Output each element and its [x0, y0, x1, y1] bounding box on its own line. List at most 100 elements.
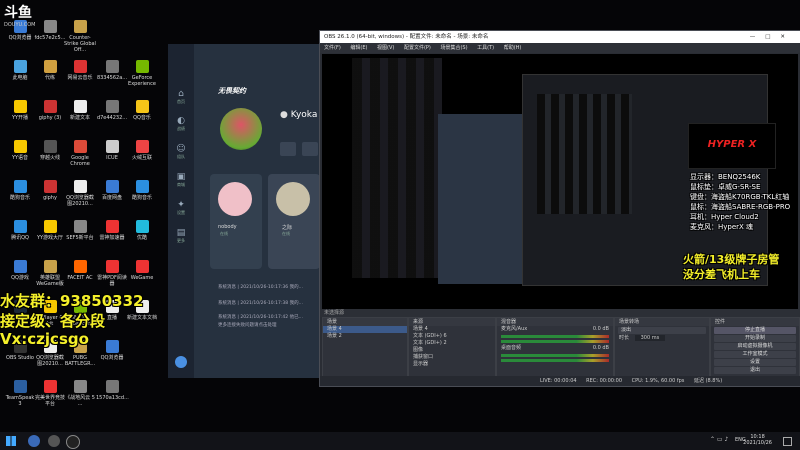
- desktop-icon[interactable]: QQ音乐: [126, 100, 158, 121]
- desktop-icon-label: SEF5新平台: [66, 235, 94, 241]
- menu-profile[interactable]: 配置文件(P): [404, 45, 431, 51]
- transition-select[interactable]: 淡出: [618, 327, 706, 334]
- clock[interactable]: 10:18 2021/10/26: [743, 434, 772, 446]
- desktop-icon[interactable]: giphy (3): [34, 100, 66, 121]
- desktop-icon[interactable]: ICUE: [96, 140, 128, 161]
- menu-tools[interactable]: 工具(T): [477, 45, 494, 51]
- duration-input[interactable]: 300 ms: [634, 335, 666, 341]
- spec-line: 显示器：BENQ2546K: [690, 173, 761, 181]
- desktop-icon[interactable]: 雷神加速器: [96, 220, 128, 241]
- studio-mode-button[interactable]: 工作室模式: [714, 351, 796, 358]
- nav-home-icon[interactable]: ⌂ 首页: [174, 89, 188, 104]
- source-item[interactable]: 文本 (GDI+) 2: [409, 340, 495, 347]
- tray-icons[interactable]: ⌃ ▭ ♪: [710, 436, 728, 443]
- fan-group-text: 水友群：93850332: [0, 292, 144, 310]
- menu-help[interactable]: 帮助(H): [504, 45, 522, 51]
- action-button-2[interactable]: [302, 142, 318, 156]
- desktop-icon[interactable]: 酷狗音乐: [126, 180, 158, 201]
- start-recording-button[interactable]: 开始录制: [714, 335, 796, 342]
- action-button-1[interactable]: [280, 142, 296, 156]
- desktop-icon[interactable]: QQ游戏: [4, 260, 36, 281]
- taskbar-app-icon[interactable]: [48, 435, 60, 447]
- menu-view[interactable]: 视图(V): [377, 45, 394, 51]
- app-icon: [105, 220, 119, 233]
- nav-shop-icon[interactable]: ▣ 商城: [174, 172, 188, 187]
- desktop-icon[interactable]: QQ浏览器: [96, 340, 128, 361]
- desktop-icon[interactable]: 此电脑: [4, 60, 36, 81]
- assistant-icon[interactable]: [175, 356, 187, 368]
- desktop-icon[interactable]: d7e44232...: [96, 100, 128, 121]
- desktop-icon[interactable]: 优酷: [126, 220, 158, 241]
- desktop-icon[interactable]: Counter-Strike Global Off...: [64, 20, 96, 53]
- source-item[interactable]: 捕获窗口: [409, 354, 495, 361]
- desktop-icon-label: 酷狗音乐: [9, 195, 30, 201]
- app-icon: [73, 60, 87, 73]
- log-help-link[interactable]: 更多连接失败问题请点击处理: [218, 322, 277, 328]
- notification-icon[interactable]: [783, 437, 792, 446]
- desktop-icon[interactable]: 1570a13cd...: [96, 380, 129, 401]
- source-item[interactable]: 场景 4: [409, 326, 495, 333]
- game-client-window[interactable]: ⌂ 首页 ◐ 战绩 ☺ 组队 ▣ 商城 ✦ 设置 ▤ 更多 无畏契约 ● Kyoka nob…: [168, 44, 328, 378]
- desktop-icon[interactable]: YY语音: [4, 140, 36, 161]
- desktop-icon[interactable]: WeGame: [126, 260, 158, 281]
- spec-line: 键盘：海盗船K70RGB-TKL红轴: [690, 193, 790, 201]
- desktop-icon-label: QQ游戏: [11, 275, 29, 281]
- desktop-icon[interactable]: 网易云音乐: [64, 60, 96, 81]
- app-icon: [43, 20, 57, 33]
- desktop-icon[interactable]: SEF5新平台: [64, 220, 96, 241]
- settings-button[interactable]: 设置: [714, 359, 796, 366]
- desktop-icon[interactable]: 8334562a...: [96, 60, 128, 81]
- obs-titlebar[interactable]: OBS 26.1.0 (64-bit, windows) - 配置文件: 未命名…: [320, 31, 800, 43]
- desktop-icon[interactable]: TeamSpeak 3: [4, 380, 36, 407]
- desktop-icon[interactable]: YY开播: [4, 100, 36, 121]
- desktop-icon[interactable]: 《战地风云 5 ...: [64, 380, 96, 407]
- desktop-icon[interactable]: 火绒互联: [126, 140, 158, 161]
- desktop-icon[interactable]: giphy: [34, 180, 66, 201]
- desktop-icon[interactable]: YY游戏大厅: [34, 220, 66, 241]
- desktop-icon[interactable]: 穿越火线: [34, 140, 66, 161]
- nav-more-icon[interactable]: ▤ 更多: [174, 228, 188, 243]
- window-controls[interactable]: —□✕: [750, 31, 795, 43]
- party-card-1[interactable]: nobody 在线: [210, 174, 262, 269]
- desktop-icon[interactable]: GeForce Experience: [126, 60, 158, 87]
- desktop-icon[interactable]: 百度网盘: [96, 180, 128, 201]
- scene-item[interactable]: 场景 2: [323, 333, 407, 340]
- menu-file[interactable]: 文件(F): [324, 45, 341, 51]
- player-avatar[interactable]: [220, 108, 262, 150]
- nav-record-icon[interactable]: ◐ 战绩: [174, 116, 188, 131]
- desktop-icon[interactable]: 代练: [34, 60, 66, 81]
- desktop-meter: [501, 359, 609, 362]
- nav-settings-icon[interactable]: ✦ 设置: [174, 200, 188, 215]
- desktop-icon[interactable]: 腾讯QQ: [4, 220, 36, 241]
- menu-scene-collection[interactable]: 场景集合(S): [440, 45, 467, 51]
- scene-item[interactable]: 场景 4: [323, 326, 407, 333]
- desktop-icon[interactable]: 完美世界竞技平台: [34, 380, 66, 407]
- start-button-icon[interactable]: [6, 436, 16, 446]
- desktop-icon[interactable]: 雷神PDF阅读器: [96, 260, 128, 287]
- source-item[interactable]: 文本 (GDI+) 6: [409, 333, 495, 340]
- preview-nested-obs-inner: [537, 94, 632, 214]
- desktop-icon[interactable]: 新建文本: [64, 100, 96, 121]
- dropped-frames: 延迟 (8.8%): [693, 378, 723, 384]
- desktop-icon[interactable]: 酷狗音乐: [4, 180, 36, 201]
- desktop-icon-label: ICUE: [106, 155, 118, 161]
- desktop-icon[interactable]: FACEIT AC: [64, 260, 96, 281]
- desktop-icon[interactable]: 英雄联盟 WeGame版: [34, 260, 66, 287]
- source-item[interactable]: 图像: [409, 347, 495, 354]
- exit-button[interactable]: 退出: [714, 367, 796, 374]
- taskbar-obs-icon[interactable]: [66, 435, 80, 449]
- desktop-icon[interactable]: Google Chrome: [64, 140, 96, 167]
- party-card-2[interactable]: 之际 在线: [268, 174, 320, 269]
- transitions-dock: 场景转场 淡出 时长 300 ms: [614, 317, 710, 385]
- desktop-icon[interactable]: QQ浏览器截图20210...: [64, 180, 96, 207]
- slogan-rocket: 火箭/13级牌子房管: [683, 253, 780, 266]
- nav-team-icon[interactable]: ☺ 组队: [174, 144, 188, 159]
- desktop-icon[interactable]: fdc57e2c5...: [34, 20, 66, 41]
- taskbar-app-icon[interactable]: [28, 435, 40, 447]
- app-icon: [105, 180, 119, 193]
- source-item[interactable]: 显示器: [409, 361, 495, 368]
- app-icon: [13, 60, 27, 73]
- virtual-camera-button[interactable]: 启动虚拟摄像机: [714, 343, 796, 350]
- stop-streaming-button[interactable]: 停止直播: [714, 327, 796, 334]
- menu-edit[interactable]: 编辑(E): [350, 45, 367, 51]
